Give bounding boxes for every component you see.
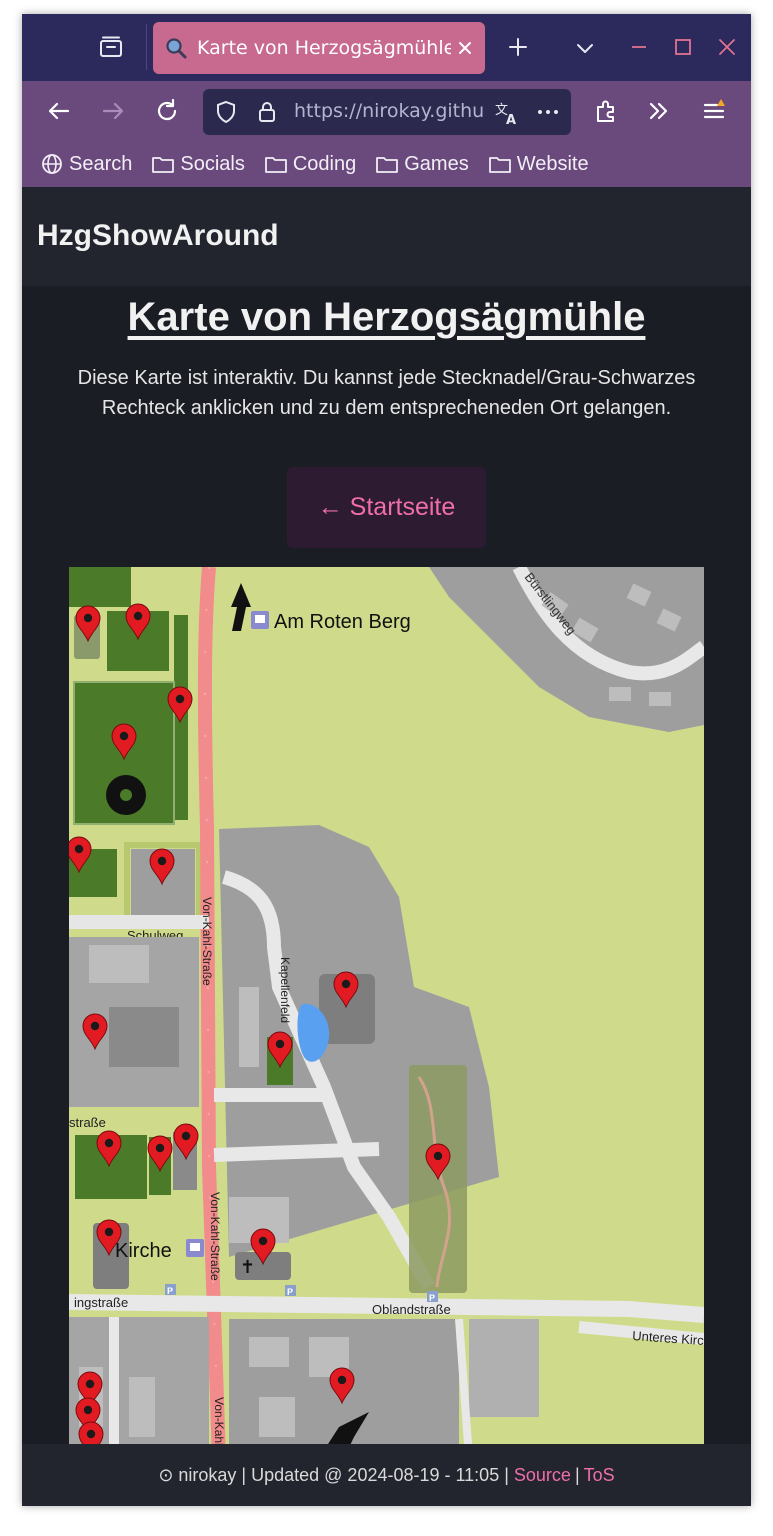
map-label-unteres: Unteres Kirc <box>632 1328 704 1348</box>
back-arrow-icon[interactable] <box>45 97 73 125</box>
globe-icon <box>42 154 62 174</box>
bookmark-label: Search <box>69 152 133 175</box>
folder-icon <box>264 157 287 173</box>
chevron-down-icon[interactable] <box>574 37 596 59</box>
active-tab[interactable]: Karte von Herzogsägmühle <box>153 22 485 74</box>
folder-icon <box>152 157 175 173</box>
bookmark-label: Socials <box>180 152 245 175</box>
bookmark-label: Games <box>404 152 469 175</box>
map-label-am-roten-berg: Am Roten Berg <box>274 611 411 633</box>
lock-icon[interactable] <box>255 99 279 125</box>
page-description: Diese Karte ist interaktiv. Du kannst je… <box>77 367 696 419</box>
building <box>129 1377 155 1437</box>
site-header: HzgShowAround <box>22 187 751 286</box>
forward-arrow-icon[interactable] <box>99 97 127 125</box>
building <box>649 692 671 706</box>
folder-icon <box>376 157 399 173</box>
firefox-view-icon[interactable] <box>98 34 124 60</box>
url-bar[interactable]: https://nirokay.github.io/HzgShowAround/… <box>203 89 571 135</box>
map-label-vonkahl-2: Von-Kahl-Straße <box>208 1192 222 1281</box>
maximize-icon[interactable] <box>672 36 694 58</box>
residential-area-north <box>429 567 704 732</box>
svg-text:P: P <box>287 1287 293 1297</box>
reload-icon[interactable] <box>153 97 181 125</box>
building <box>259 1397 295 1437</box>
page-title: Karte von Herzogsägmühle <box>127 295 646 339</box>
folder-icon <box>488 157 511 173</box>
translate-icon[interactable]: 文 A <box>493 99 521 127</box>
bookmark-socials[interactable]: Socials <box>151 152 245 176</box>
overflow-chevrons-icon[interactable] <box>645 97 673 125</box>
app-menu-icon[interactable] <box>700 97 728 125</box>
north-arrow-icon <box>231 583 251 631</box>
new-tab-icon[interactable] <box>506 35 530 59</box>
bookmark-coding[interactable]: Coding <box>264 152 356 176</box>
building <box>239 987 259 1067</box>
window-close-icon[interactable] <box>716 36 738 58</box>
svg-text:P: P <box>429 1293 435 1303</box>
building <box>609 687 631 701</box>
home-button[interactable]: ← Startseite <box>287 467 486 548</box>
svg-text:P: P <box>167 1286 173 1296</box>
site-brand[interactable]: HzgShowAround <box>37 219 279 253</box>
park-area <box>69 567 131 607</box>
magnifier-icon <box>166 38 187 59</box>
svg-text:A: A <box>506 113 516 127</box>
bookmark-search[interactable]: Search <box>40 152 132 176</box>
web-page: HzgShowAround Karte von Herzogsägmühle D… <box>22 187 751 1506</box>
extensions-icon[interactable] <box>592 97 620 125</box>
tab-title: Karte von Herzogsägmühle <box>197 37 451 59</box>
building <box>249 1337 289 1367</box>
tab-separator <box>146 24 147 70</box>
building <box>109 1007 179 1067</box>
cross-icon: ✝ <box>240 1257 255 1278</box>
site-footer: ⊙ nirokay | Updated @ 2024-08-19 - 11:05… <box>22 1444 751 1506</box>
map-label-kirche: Kirche <box>115 1240 172 1262</box>
map-canvas: Bürstlingweg Schulweg Von-Kahl-Straße Vo… <box>69 567 704 1458</box>
close-tab-icon[interactable] <box>455 38 475 58</box>
bookmarks-toolbar: Search Socials Coding Games Website <box>22 141 751 187</box>
source-link[interactable]: Source <box>514 1465 571 1486</box>
minimize-icon[interactable] <box>628 36 650 58</box>
footer-text: ⊙ nirokay | Updated @ 2024-08-19 - 11:05… <box>158 1464 509 1485</box>
navigation-toolbar: https://nirokay.github.io/HzgShowAround/… <box>22 81 751 141</box>
map-label-vonkahl-1: Von-Kahl-Straße <box>200 897 214 986</box>
tos-link[interactable]: ToS <box>584 1465 615 1486</box>
browser-window: Karte von Herzogsägmühle https://nirokay… <box>22 14 751 1506</box>
block-south-east <box>469 1319 539 1417</box>
building <box>89 945 149 983</box>
bookmark-website[interactable]: Website <box>488 152 589 176</box>
bookmark-label: Coding <box>292 152 357 175</box>
shield-icon[interactable] <box>213 99 239 125</box>
footer-separator: | <box>574 1464 580 1485</box>
bookmark-label: Website <box>516 152 589 175</box>
tab-strip: Karte von Herzogsägmühle <box>22 14 751 81</box>
url-text[interactable]: https://nirokay.github.io/HzgShowAround/… <box>294 100 484 122</box>
road-link <box>213 1142 380 1162</box>
bookmark-games[interactable]: Games <box>375 152 469 176</box>
map-label-ingstrasse: ingstraße <box>74 1295 128 1310</box>
interactive-map[interactable]: Bürstlingweg Schulweg Von-Kahl-Straße Vo… <box>69 567 704 1458</box>
map-label-oblandstrasse: Oblandstraße <box>372 1302 451 1317</box>
map-label-strasse: straße <box>69 1115 106 1130</box>
more-actions-icon[interactable] <box>535 101 561 123</box>
map-label-kapellenfeld: Kapellenfeld <box>278 957 292 1023</box>
